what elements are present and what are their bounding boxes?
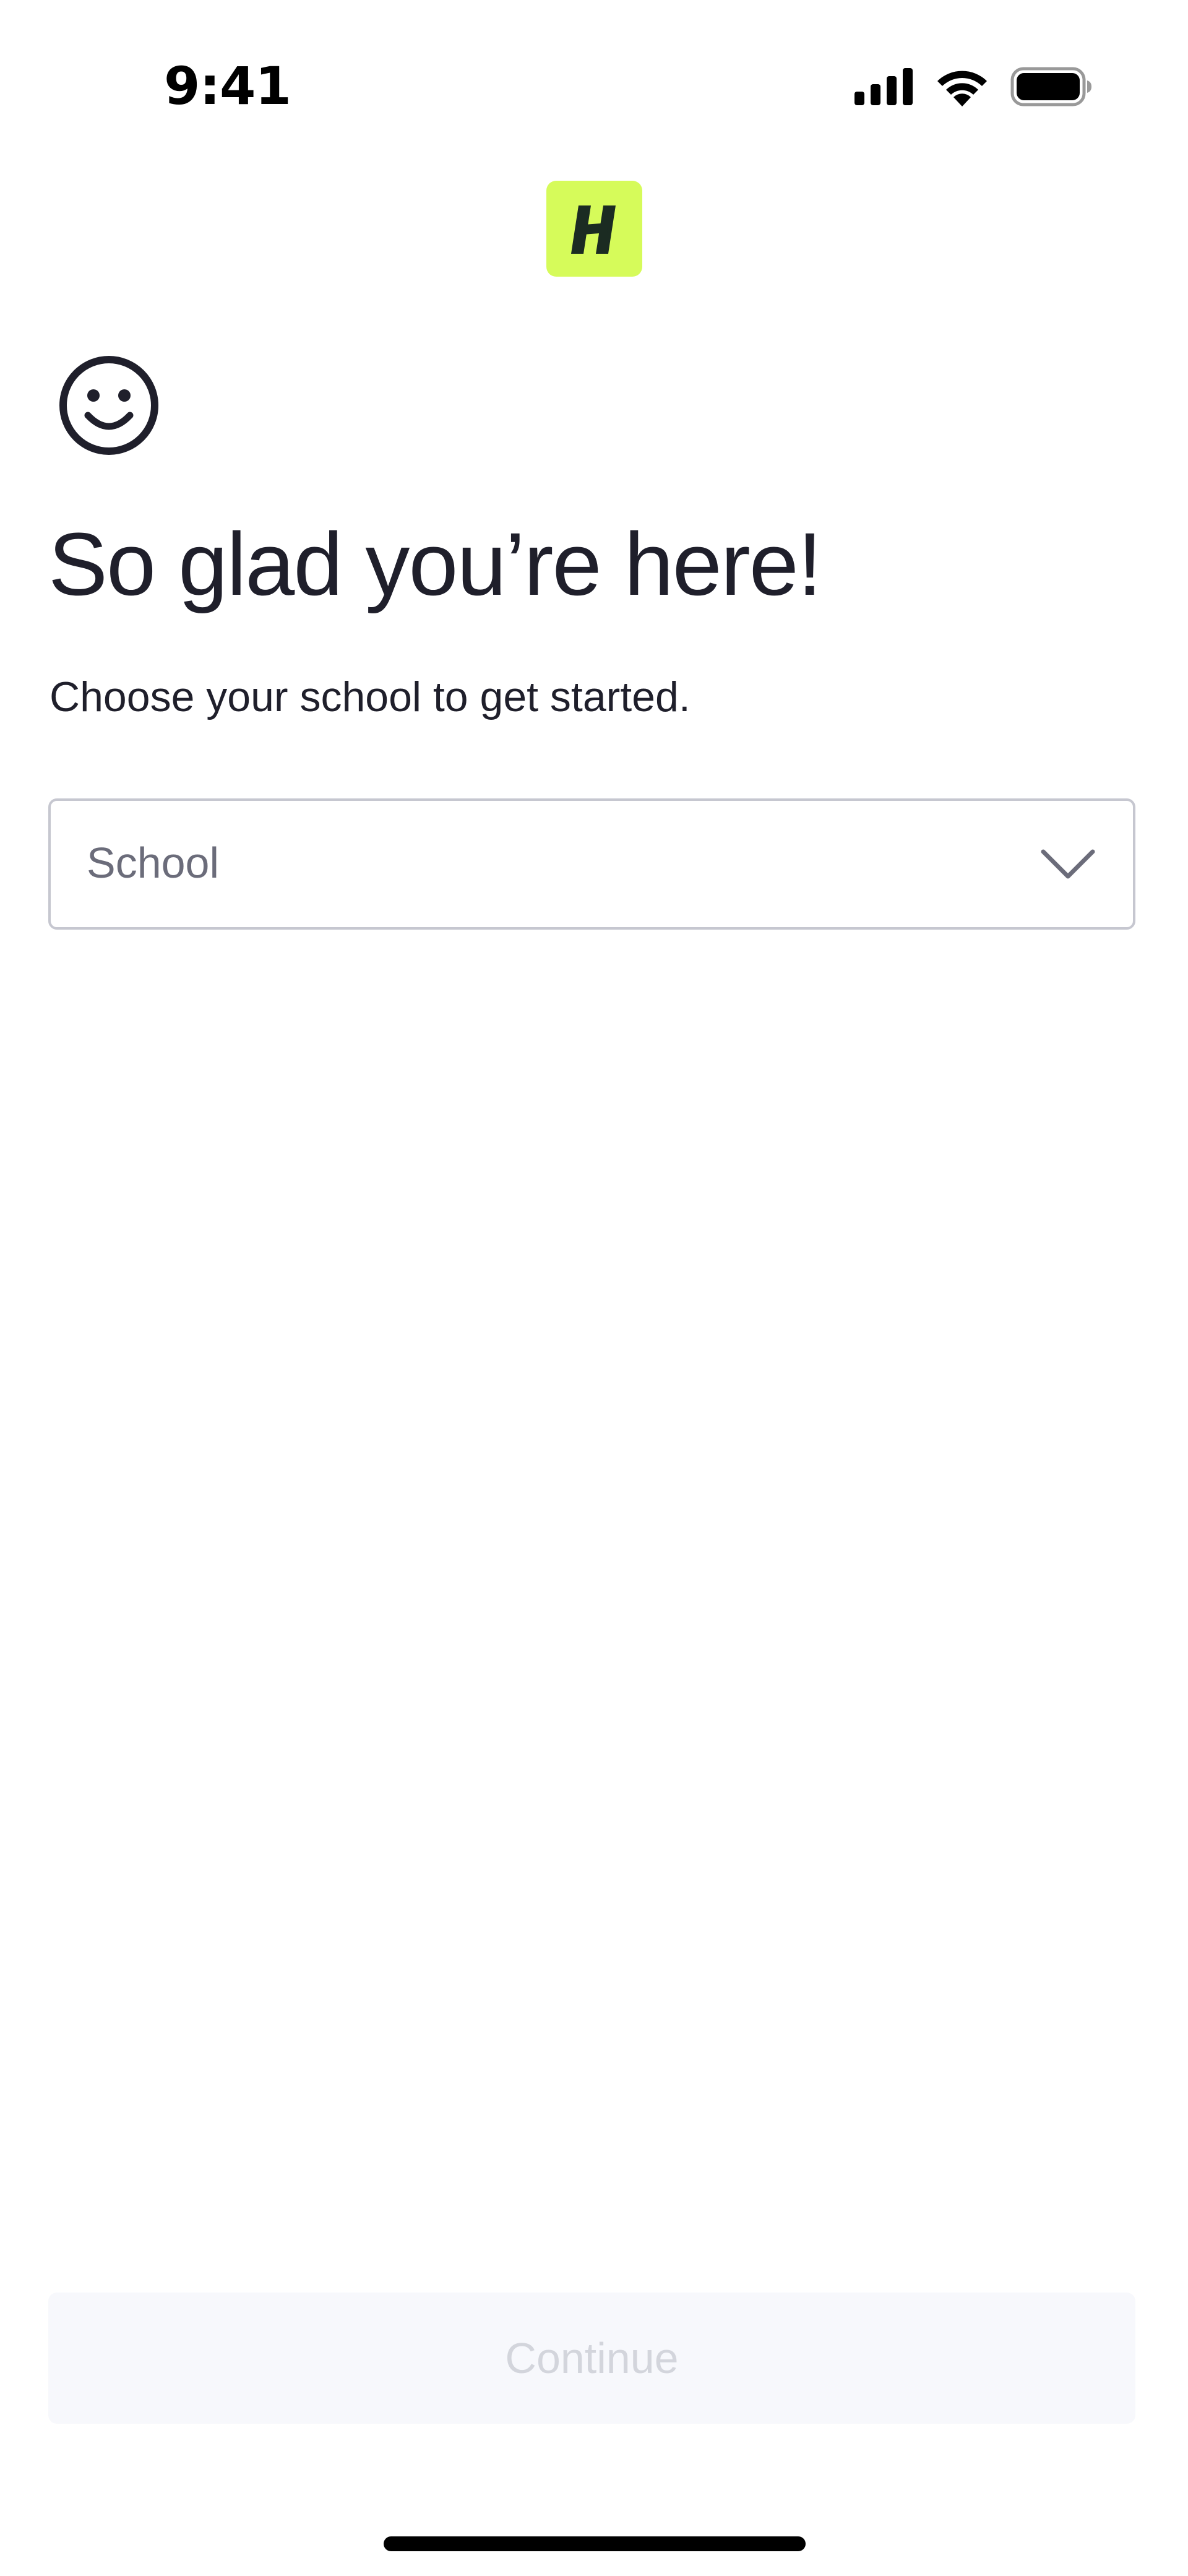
cellular-signal-icon: [854, 68, 913, 105]
school-select[interactable]: School: [48, 798, 1135, 930]
continue-button[interactable]: Continue: [48, 2293, 1135, 2424]
status-icons: [854, 65, 1092, 108]
page-subtitle: Choose your school to get started.: [50, 673, 691, 720]
wifi-icon: [937, 71, 987, 106]
status-bar: 9:41: [0, 0, 1188, 142]
home-indicator: [384, 2536, 806, 2551]
brand-logo: [546, 181, 642, 277]
battery-icon: [1010, 67, 1091, 106]
brand-logo-icon: [571, 205, 616, 254]
smiley-face-icon: [59, 356, 158, 455]
chevron-down-icon: [1041, 849, 1095, 879]
page-title: So glad you’re here!: [48, 514, 822, 614]
school-select-placeholder: School: [87, 839, 220, 887]
status-time: 9:41: [164, 56, 291, 116]
